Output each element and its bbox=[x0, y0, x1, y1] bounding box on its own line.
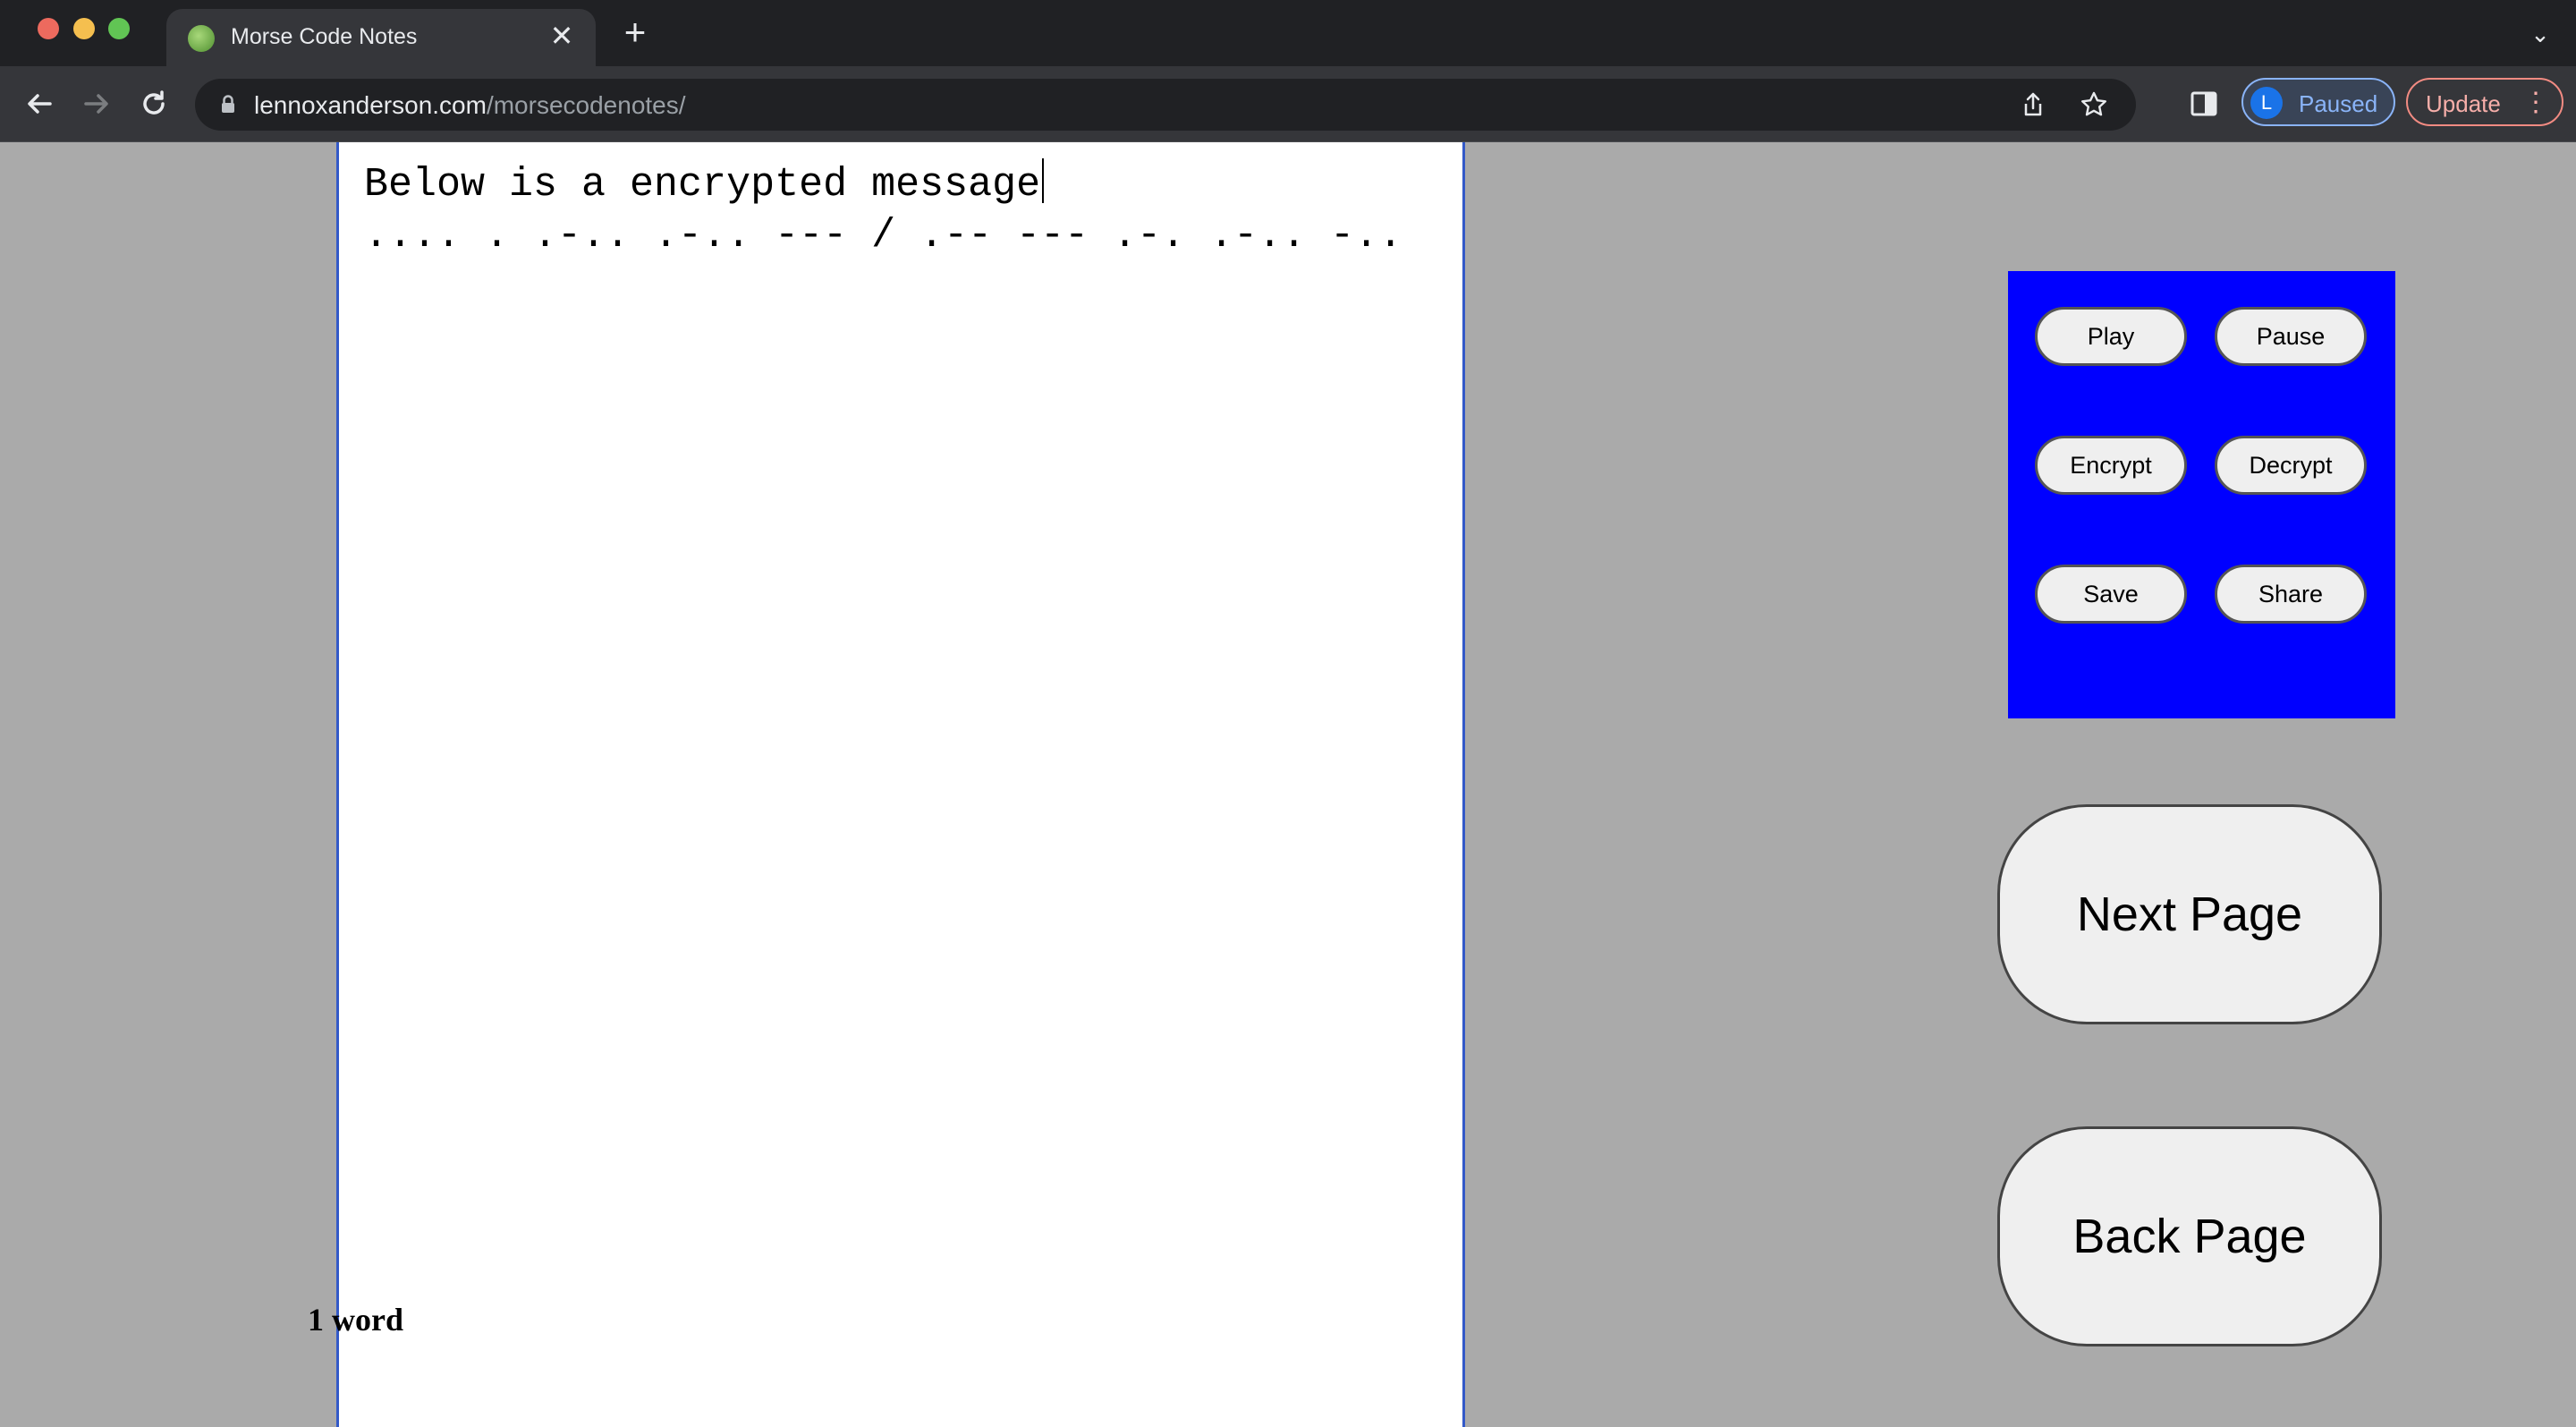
play-button[interactable]: Play bbox=[2035, 307, 2187, 366]
site-favicon-icon bbox=[188, 25, 215, 52]
tab-search-chevron-icon[interactable]: ⌄ bbox=[2522, 16, 2558, 52]
url-text[interactable]: lennoxanderson.com/morsecodenotes/ bbox=[254, 91, 686, 120]
profile-status-label: Paused bbox=[2299, 90, 2378, 117]
kebab-menu-icon[interactable]: ⋮ bbox=[2522, 87, 2549, 119]
url-host: lennoxanderson.com bbox=[254, 91, 487, 119]
window-maximize-button[interactable] bbox=[108, 18, 130, 39]
bookmark-star-icon[interactable] bbox=[2079, 89, 2109, 120]
note-morse-line: .... . .-.. .-.. --- / .-- --- .-. .-.. … bbox=[364, 213, 1403, 259]
update-label: Update bbox=[2426, 90, 2501, 117]
save-button[interactable]: Save bbox=[2035, 565, 2187, 624]
page-viewport: Below is a encrypted message .... . .-..… bbox=[0, 142, 2576, 1427]
text-caret bbox=[1042, 158, 1045, 203]
window-minimize-button[interactable] bbox=[73, 18, 95, 39]
back-page-button[interactable]: Back Page bbox=[1997, 1126, 2382, 1346]
browser-tab[interactable]: Morse Code Notes ✕ bbox=[166, 9, 596, 66]
window-close-button[interactable] bbox=[38, 18, 59, 39]
tab-close-icon[interactable]: ✕ bbox=[546, 20, 578, 52]
note-editor[interactable]: Below is a encrypted message .... . .-..… bbox=[336, 142, 1465, 1427]
avatar: L bbox=[2250, 87, 2283, 119]
update-button[interactable]: Update ⋮ bbox=[2406, 78, 2563, 126]
side-panel-icon[interactable] bbox=[2190, 89, 2218, 118]
url-path: /morsecodenotes/ bbox=[486, 91, 686, 119]
new-tab-button[interactable]: + bbox=[617, 13, 653, 51]
reload-icon[interactable] bbox=[134, 84, 174, 123]
back-arrow-icon[interactable] bbox=[20, 84, 59, 123]
browser-tab-strip: Morse Code Notes ✕ + ⌄ bbox=[0, 0, 2576, 66]
note-plain-line: Below is a encrypted message bbox=[364, 162, 1041, 208]
decrypt-button[interactable]: Decrypt bbox=[2215, 436, 2367, 495]
address-bar[interactable]: lennoxanderson.com/morsecodenotes/ bbox=[195, 79, 2136, 131]
share-button[interactable]: Share bbox=[2215, 565, 2367, 624]
controls-panel: Play Pause Encrypt Decrypt Save Share bbox=[2008, 271, 2395, 718]
share-icon[interactable] bbox=[2018, 89, 2048, 120]
encrypt-button[interactable]: Encrypt bbox=[2035, 436, 2187, 495]
tab-title: Morse Code Notes bbox=[231, 24, 418, 49]
word-count: 1 word bbox=[308, 1302, 403, 1338]
note-text-area[interactable]: Below is a encrypted message .... . .-..… bbox=[364, 158, 1428, 261]
pause-button[interactable]: Pause bbox=[2215, 307, 2367, 366]
forward-arrow-icon[interactable] bbox=[77, 84, 116, 123]
browser-toolbar: lennoxanderson.com/morsecodenotes/ L Pau… bbox=[0, 66, 2576, 142]
lock-icon[interactable] bbox=[215, 91, 242, 118]
next-page-button[interactable]: Next Page bbox=[1997, 804, 2382, 1024]
profile-button[interactable]: L Paused bbox=[2241, 78, 2395, 126]
